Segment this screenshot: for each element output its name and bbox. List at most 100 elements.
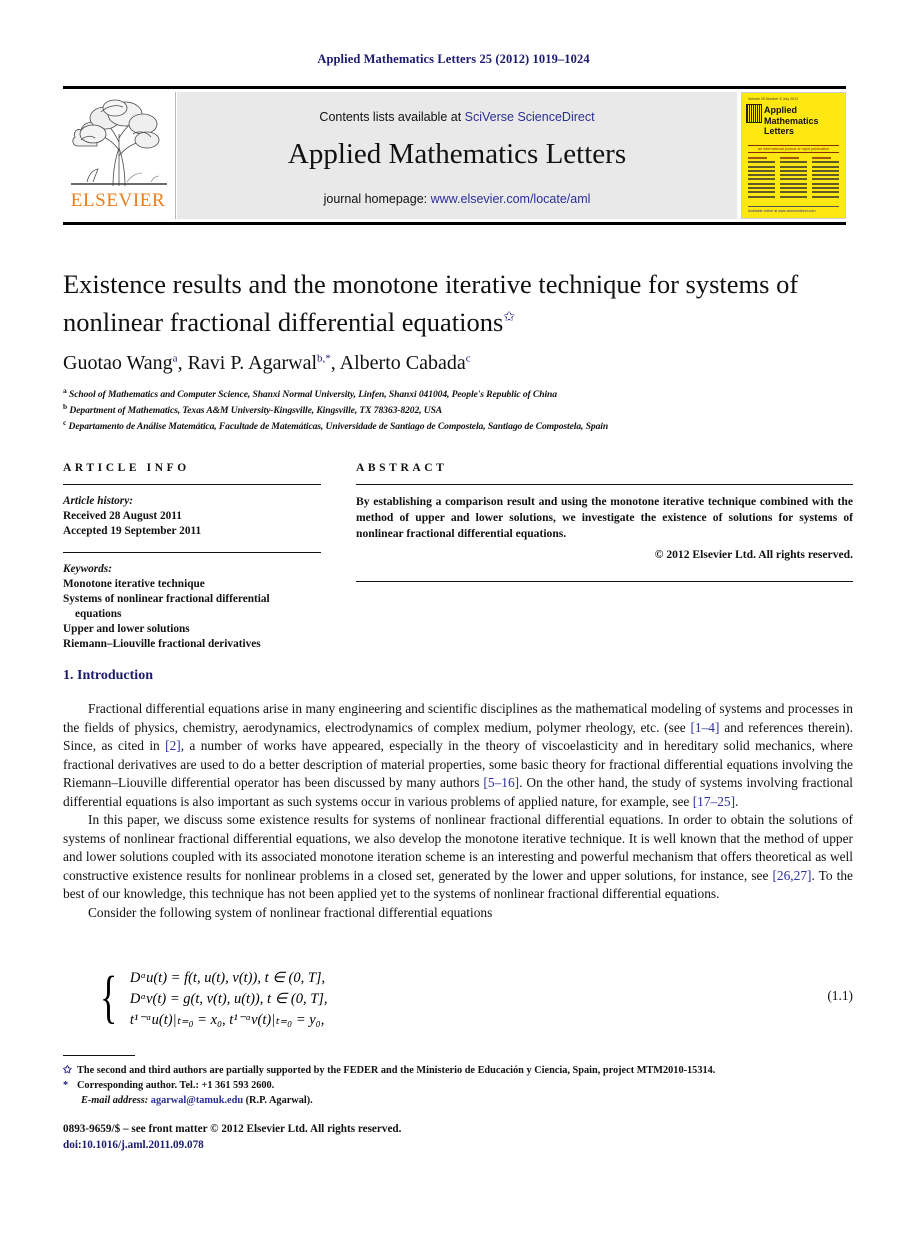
journal-title: Applied Mathematics Letters (287, 138, 627, 170)
banner-bottom-rule (63, 222, 846, 225)
journal-homepage-line: journal homepage: www.elsevier.com/locat… (177, 192, 737, 206)
abstract-bottom-divider (356, 580, 853, 582)
paragraph-1: Fractional differential equations arise … (63, 700, 853, 811)
footnote-funding-text: The second and third authors are partial… (77, 1065, 716, 1076)
email-link[interactable]: agarwal@tamuk.edu (151, 1095, 243, 1106)
elsevier-wordmark: ELSEVIER (70, 190, 166, 211)
citation-link[interactable]: [17–25] (693, 794, 735, 809)
equation-line-2: Dᵅv(t) = g(t, v(t), u(t)), t ∈ (0, T], (129, 991, 328, 1007)
page-title: Existence results and the monotone itera… (63, 268, 853, 339)
citation-link[interactable]: [2] (165, 738, 181, 753)
journal-banner: ELSEVIER Contents lists available at Sci… (63, 86, 846, 225)
article-info-divider (63, 484, 321, 485)
affiliation-marker: a (63, 386, 67, 395)
para2-part-a: In this paper, we discuss some existence… (63, 812, 853, 883)
article-history-label: Article history: (63, 495, 133, 507)
cover-toc-col-2 (780, 157, 807, 200)
email-owner: (R.P. Agarwal). (245, 1095, 313, 1106)
keyword-item: Systems of nonlinear fractional differen… (63, 593, 270, 605)
doi-link[interactable]: doi:10.1016/j.aml.2011.09.078 (63, 1138, 853, 1154)
paragraph-3: Consider the following system of nonline… (88, 904, 493, 920)
affiliation: b Department of Mathematics, Texas A&M U… (63, 402, 853, 416)
citation-link[interactable]: [1–4] (690, 720, 719, 735)
imprint-block: 0893-9659/$ – see front matter © 2012 El… (63, 1122, 853, 1153)
paper-page: Applied Mathematics Letters 25 (2012) 10… (0, 0, 907, 1238)
author-separator: , (330, 352, 340, 374)
equation-lines: Dᵅu(t) = f(t, u(t), v(t)), t ∈ (0, T], D… (130, 966, 328, 1033)
article-accepted: Accepted 19 September 2011 (63, 525, 202, 537)
elsevier-logo: ELSEVIER (63, 92, 176, 219)
keyword-item: Riemann–Liouville fractional derivatives (63, 638, 261, 650)
homepage-prefix: journal homepage: (323, 192, 431, 206)
cover-title-line1: Applied (764, 105, 797, 115)
section-heading-introduction: 1. Introduction (63, 668, 153, 683)
keyword-item-continued: equations (75, 608, 122, 620)
affiliation-text: School of Mathematics and Computer Scien… (68, 389, 557, 401)
equation-system: { Dᵅu(t) = f(t, u(t), v(t)), t ∈ (0, T],… (100, 966, 328, 1033)
footnote-star-marker: ✩ (63, 1065, 72, 1076)
cover-title-line3: Letters (764, 126, 795, 136)
contents-available-line: Contents lists available at SciVerse Sci… (177, 110, 737, 124)
affiliation-text: Department of Mathematics, Texas A&M Uni… (69, 405, 443, 417)
abstract-copyright: © 2012 Elsevier Ltd. All rights reserved… (654, 547, 853, 561)
cover-barcode-icon (746, 104, 762, 123)
abstract-column: ABSTRACT By establishing a comparison re… (356, 462, 853, 582)
footnote-email-line: E-mail address: agarwal@tamuk.edu (R.P. … (63, 1093, 853, 1108)
keywords-block: Keywords: Monotone iterative technique S… (63, 562, 321, 652)
author-name[interactable]: Alberto Cabada (340, 352, 466, 374)
affiliation-marker: b (63, 402, 68, 411)
page-title-text: Existence results and the monotone itera… (63, 269, 799, 337)
title-footnote-marker[interactable]: ✩ (503, 310, 515, 325)
cover-title-line2: Mathematics (764, 115, 819, 126)
author-affil-marker: c (465, 352, 471, 365)
article-received: Received 28 August 2011 (63, 510, 182, 522)
keywords-label: Keywords: (63, 563, 112, 575)
author-separator: , (177, 352, 188, 374)
equation-brace: { (100, 964, 118, 1029)
footnote-corresponding-author: * Corresponding author. Tel.: +1 361 593 … (63, 1078, 853, 1093)
citation-link[interactable]: [26,27] (772, 868, 811, 883)
cover-toc-col-1 (748, 157, 775, 200)
affiliation-marker: c (63, 418, 67, 427)
citation-link[interactable]: [5–16] (483, 775, 519, 790)
affiliation-text: Departamento de Análise Matemática, Facu… (68, 421, 609, 433)
affiliation: a School of Mathematics and Computer Sci… (63, 386, 853, 400)
keyword-item: Upper and lower solutions (63, 623, 190, 635)
running-head: Applied Mathematics Letters 25 (2012) 10… (317, 52, 590, 66)
author-list: Guotao Wanga, Ravi P. Agarwalb,*, Albert… (63, 352, 853, 375)
paragraph-2: In this paper, we discuss some existence… (63, 811, 853, 904)
cover-title: Applied Mathematics Letters (764, 105, 819, 137)
author-affil-marker: b,* (317, 352, 331, 365)
footnote-rule (63, 1055, 135, 1056)
para1-part-e: . (735, 793, 739, 809)
cover-bottom-note: Available online at www.sciencedirect.co… (748, 206, 839, 213)
cover-toc-columns (748, 157, 839, 200)
footnote-asterisk-marker: * (63, 1080, 69, 1091)
equation-block: { Dᵅu(t) = f(t, u(t), v(t)), t ∈ (0, T],… (63, 966, 853, 1036)
abstract-heading: ABSTRACT (356, 462, 448, 474)
elsevier-tree-icon (71, 99, 167, 187)
author-name[interactable]: Ravi P. Agarwal (188, 352, 317, 374)
cover-toc-col-3 (812, 157, 839, 200)
issn-line: 0893-9659/$ – see front matter © 2012 El… (63, 1123, 402, 1135)
footnote-funding: ✩ The second and third authors are partia… (63, 1063, 853, 1078)
journal-cover-thumbnail[interactable]: Volume 25 Number 6 July 2012 Applied Mat… (741, 92, 846, 219)
body-text: Fractional differential equations arise … (63, 700, 853, 922)
banner-center: Contents lists available at SciVerse Sci… (177, 92, 737, 219)
keywords-divider (63, 552, 321, 553)
sciencedirect-link[interactable]: SciVerse ScienceDirect (465, 110, 595, 124)
cover-subtitle: an international journal of rapid public… (748, 145, 839, 153)
affiliation: c Departamento de Análise Matemática, Fa… (63, 418, 853, 432)
article-info-column: ARTICLE INFO Article history: Received 2… (63, 462, 321, 652)
cover-top-strip: Volume 25 Number 6 July 2012 (748, 97, 799, 101)
keyword-item: Monotone iterative technique (63, 578, 205, 590)
email-label: E-mail address: (81, 1095, 149, 1106)
abstract-divider (356, 484, 853, 485)
equation-line-3: t¹⁻ᵅu(t)|ₜ₌₀ = x₀, t¹⁻ᵅv(t)|ₜ₌₀ = y₀, (129, 1012, 325, 1028)
article-history: Article history: Received 28 August 2011… (63, 494, 321, 539)
contents-prefix: Contents lists available at (319, 110, 465, 124)
equation-line-1: Dᵅu(t) = f(t, u(t), v(t)), t ∈ (0, T], (129, 970, 326, 986)
journal-homepage-link[interactable]: www.elsevier.com/locate/aml (431, 192, 591, 206)
author-name[interactable]: Guotao Wang (63, 352, 173, 374)
footnote-block: ✩ The second and third authors are partia… (63, 1063, 853, 1108)
